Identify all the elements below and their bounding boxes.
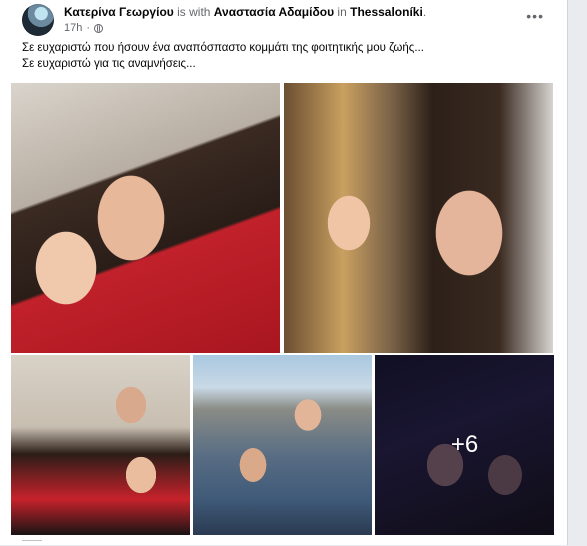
more-photos-count: +6 (450, 431, 479, 458)
post-time[interactable]: 17h (64, 22, 82, 34)
post-meta: 17h · (64, 22, 104, 34)
photo-3[interactable] (11, 355, 190, 535)
in-text: in (337, 5, 347, 19)
author-name[interactable]: Κατερίνα Γεωργίου (64, 5, 174, 19)
post-author-line: Κατερίνα Γεωργίου is with Αναστασία Αδαμ… (64, 5, 426, 19)
globe-icon (94, 23, 104, 33)
photo-2[interactable] (284, 83, 553, 353)
place-name[interactable]: Thessaloníki (350, 5, 423, 19)
with-text: is with (177, 5, 211, 19)
tagged-name[interactable]: Αναστασία Αδαμίδου (214, 5, 334, 19)
photo-1[interactable] (11, 83, 280, 353)
caption-line-2: Σε ευχαριστώ για τις αναμνήσεις... (22, 58, 196, 70)
meta-dot: · (86, 22, 91, 34)
more-options-icon[interactable]: ••• (526, 8, 544, 24)
avatar[interactable] (22, 4, 54, 36)
post-caption: Σε ευχαριστώ που ήσουν ένα αναπόσπαστο κ… (22, 40, 552, 72)
period: . (422, 5, 427, 19)
photo-4[interactable] (193, 355, 372, 535)
post-card: Κατερίνα Γεωργίου is with Αναστασία Αδαμ… (0, 0, 568, 545)
reactions-divider (22, 540, 42, 546)
post-header: Κατερίνα Γεωργίου is with Αναστασία Αδαμ… (22, 2, 552, 36)
more-photos-overlay[interactable]: +6 (375, 355, 554, 535)
caption-line-1: Σε ευχαριστώ που ήσουν ένα αναπόσπαστο κ… (22, 42, 424, 54)
